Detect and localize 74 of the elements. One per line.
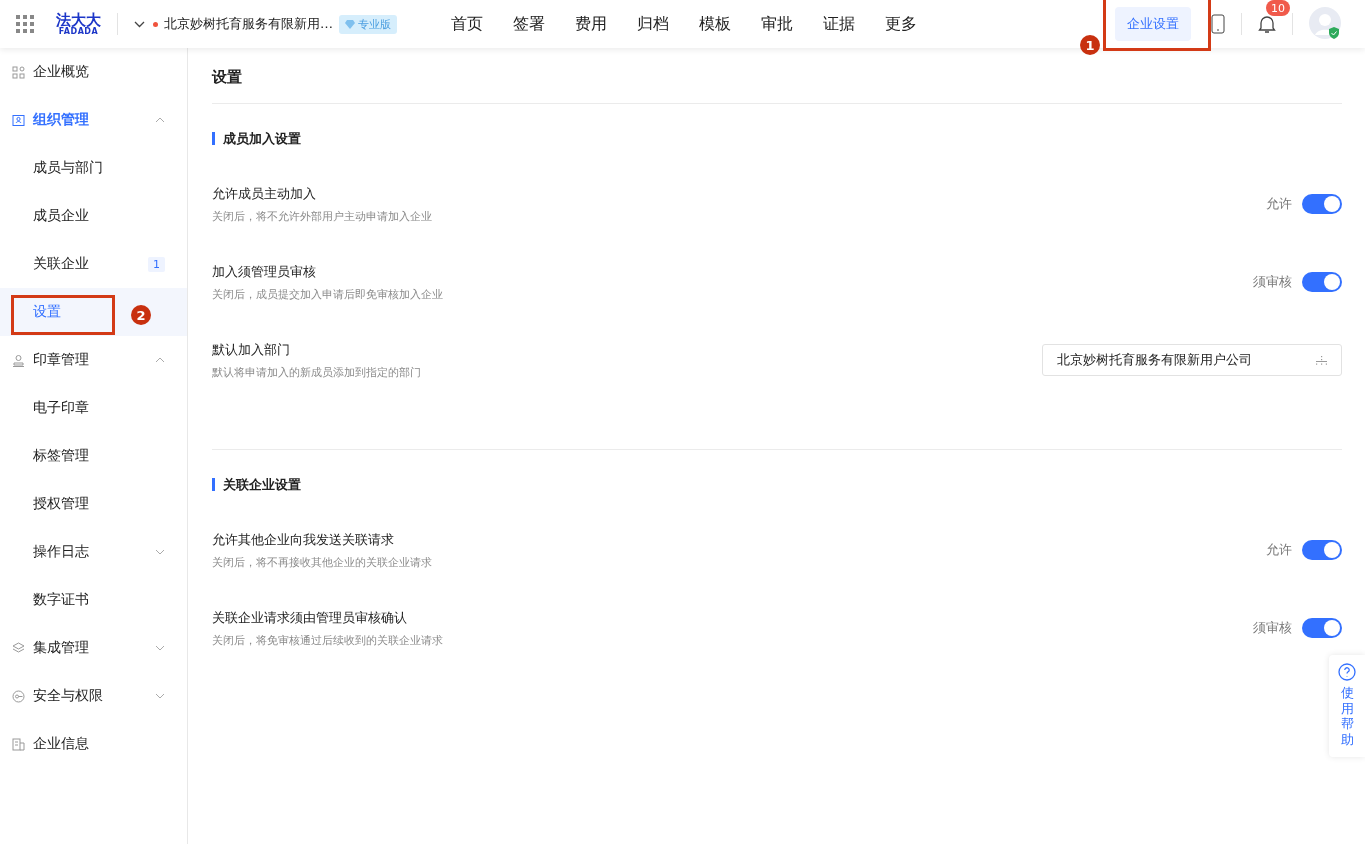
apps-grid-icon[interactable] — [16, 15, 34, 33]
company-name[interactable]: 北京妙树托育服务有限新用… — [164, 15, 333, 33]
sidebar-item[interactable]: 关联企业 1 — [0, 240, 187, 288]
notification-badge: 10 — [1266, 0, 1290, 16]
sidebar-group[interactable]: 组织管理 — [0, 96, 187, 144]
annotation-number: 2 — [131, 305, 151, 325]
setting-title: 加入须管理员审核 — [212, 262, 317, 281]
logo: 法大大 FADADA — [56, 12, 101, 36]
sidebar-group[interactable]: 企业概览 — [0, 48, 187, 96]
sidebar-item[interactable]: 成员企业 — [0, 192, 187, 240]
caret-icon — [155, 117, 165, 123]
status-dot — [153, 21, 158, 27]
toggle-switch[interactable] — [1302, 194, 1342, 214]
nav-tab[interactable]: 证据 — [823, 13, 855, 35]
sidebar-item[interactable]: 成员与部门 — [0, 144, 187, 192]
setting-description: 关闭后，将免审核通过后续收到的关联企业请求 — [212, 632, 443, 648]
org-tree-icon — [1316, 355, 1327, 365]
setting-description: 关闭后，将不允许外部用户主动申请加入企业 — [212, 208, 432, 224]
nav-tab[interactable]: 费用 — [575, 13, 607, 35]
nav-tab[interactable]: 模板 — [699, 13, 731, 35]
section-title: 关联企业设置 — [212, 478, 1342, 491]
caret-icon — [155, 645, 165, 651]
avatar-icon[interactable] — [1309, 7, 1343, 41]
count-badge: 1 — [148, 256, 165, 272]
annotation-number: 1 — [1080, 35, 1100, 55]
chevron-down-icon[interactable] — [134, 20, 145, 28]
nav-tab[interactable]: 更多 — [885, 13, 917, 35]
toggle-switch[interactable] — [1302, 540, 1342, 560]
switch-status: 允许 — [1266, 541, 1292, 559]
setting-title: 关联企业请求须由管理员审核确认 — [212, 608, 408, 627]
layers-icon — [12, 641, 25, 655]
setting-description: 关闭后，成员提交加入申请后即免审核加入企业 — [212, 286, 443, 302]
caret-icon — [155, 357, 165, 363]
help-label: 使用帮助 — [1340, 685, 1354, 748]
sidebar-item[interactable]: 电子印章 — [0, 384, 187, 432]
building-icon — [12, 737, 25, 751]
id-card-icon — [12, 113, 25, 127]
department-select[interactable]: 北京妙树托育服务有限新用户公司 — [1042, 344, 1342, 376]
sidebar-item[interactable]: 数字证书 — [0, 576, 187, 624]
setting-description: 关闭后，将不再接收其他企业的关联企业请求 — [212, 554, 432, 570]
diamond-icon — [345, 19, 355, 29]
sidebar-group[interactable]: 安全与权限 — [0, 672, 187, 720]
nav-tab[interactable]: 归档 — [637, 13, 669, 35]
sidebar-item[interactable]: 操作日志 — [0, 528, 187, 576]
nav-tab[interactable]: 签署 — [513, 13, 545, 35]
help-icon — [1338, 663, 1356, 681]
switch-status: 允许 — [1266, 195, 1292, 213]
sidebar-group[interactable]: 企业信息 — [0, 720, 187, 768]
nav-tab[interactable]: 首页 — [451, 13, 483, 35]
enterprise-settings-button[interactable]: 企业设置 — [1115, 7, 1191, 41]
sidebar-group[interactable]: 印章管理 — [0, 336, 187, 384]
caret-icon — [155, 549, 165, 555]
switch-status: 须审核 — [1253, 619, 1292, 637]
toggle-switch[interactable] — [1302, 618, 1342, 638]
sidebar-group[interactable]: 集成管理 — [0, 624, 187, 672]
key-icon — [12, 689, 26, 703]
toggle-switch[interactable] — [1302, 272, 1342, 292]
sidebar-item[interactable]: 标签管理 — [0, 432, 187, 480]
sidebar-item[interactable]: 设置 2 — [0, 288, 187, 336]
bell-icon[interactable] — [1258, 14, 1276, 34]
mobile-phone-icon[interactable] — [1211, 14, 1225, 34]
grid-icon — [12, 65, 25, 79]
sidebar-item[interactable]: 授权管理 — [0, 480, 187, 528]
nav-tab[interactable]: 审批 — [761, 13, 793, 35]
setting-title: 默认加入部门 — [212, 340, 291, 359]
edition-tag: 专业版 — [339, 14, 397, 34]
stamp-icon — [12, 353, 25, 367]
setting-title: 允许成员主动加入 — [212, 184, 317, 203]
section-title: 成员加入设置 — [212, 132, 1342, 145]
help-panel[interactable]: 使用帮助 — [1329, 655, 1365, 758]
setting-title: 允许其他企业向我发送关联请求 — [212, 530, 395, 549]
caret-icon — [155, 693, 165, 699]
setting-description: 默认将申请加入的新成员添加到指定的部门 — [212, 364, 421, 380]
switch-status: 须审核 — [1253, 273, 1292, 291]
